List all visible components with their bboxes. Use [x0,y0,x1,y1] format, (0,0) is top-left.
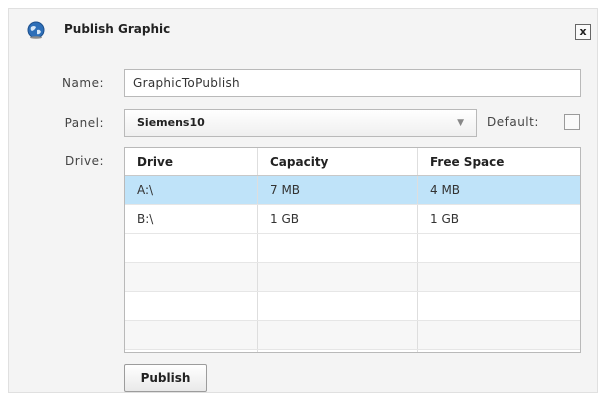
column-header-free-space[interactable]: Free Space [418,148,580,175]
capacity-cell: 7 MB [258,176,418,204]
panel-select-value: Siemens10 [137,116,205,129]
capacity-cell: 1 GB [258,205,418,233]
dialog-titlebar: Publish Graphic x [9,9,597,51]
table-header-row: Drive Capacity Free Space [125,148,580,176]
drive-cell: B:\ [125,205,258,233]
name-input[interactable] [124,69,581,97]
publish-graphic-dialog: Publish Graphic x Name: Panel: Siemens10… [8,8,598,393]
free-space-cell: 4 MB [430,183,461,197]
empty-table-row [125,263,580,292]
chevron-down-icon: ▼ [457,118,464,128]
empty-table-row [125,321,580,350]
empty-table-row [125,350,580,352]
default-label: Default: [487,115,539,129]
drive-label: Drive: [64,154,104,168]
table-row[interactable]: A:\ 7 MB 4 MB [125,176,580,205]
panel-label: Panel: [64,116,104,130]
free-space-cell: 1 GB [430,212,459,226]
empty-table-row [125,234,580,263]
drive-table: Drive Capacity Free Space A:\ 7 MB 4 MB … [124,147,581,353]
column-header-drive[interactable]: Drive [125,148,258,175]
globe-icon [27,21,45,39]
close-icon: x [579,25,587,38]
drive-cell: A:\ [125,176,258,204]
publish-button[interactable]: Publish [124,364,207,392]
empty-table-row [125,292,580,321]
default-checkbox[interactable] [564,114,580,130]
close-button[interactable]: x [575,24,591,40]
panel-select[interactable]: Siemens10 ▼ [124,109,477,137]
name-label: Name: [62,76,104,90]
table-row[interactable]: B:\ 1 GB 1 GB [125,205,580,234]
column-header-capacity[interactable]: Capacity [258,148,418,175]
dialog-title: Publish Graphic [64,22,171,36]
